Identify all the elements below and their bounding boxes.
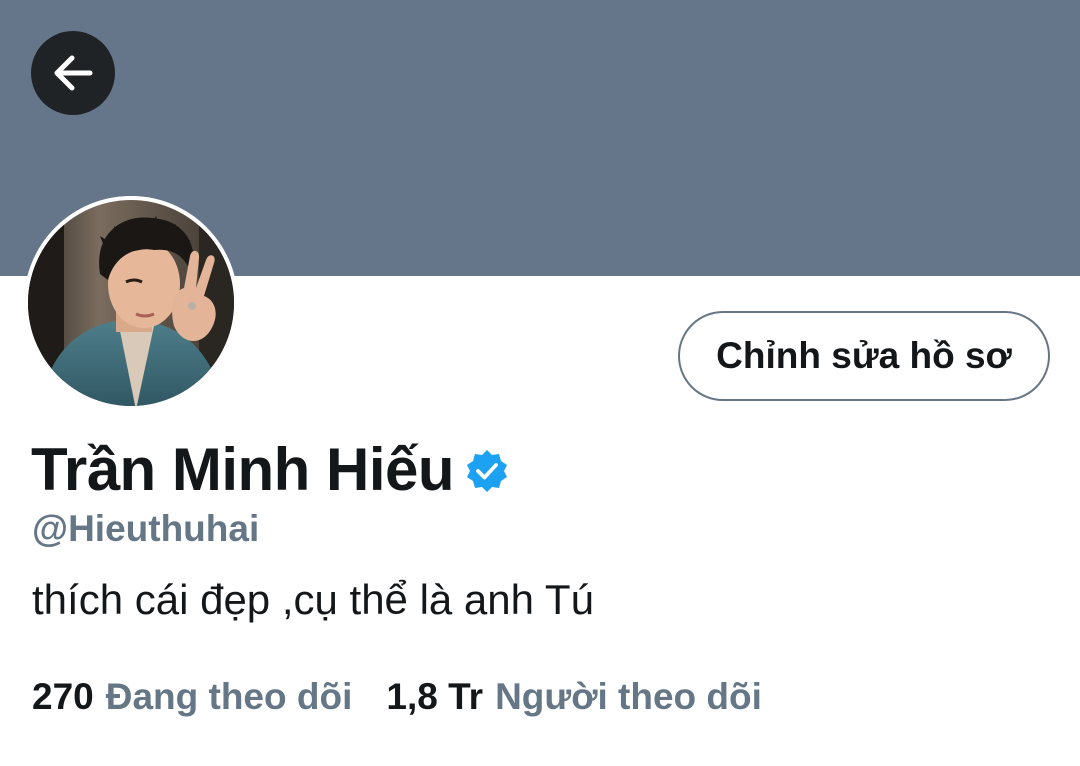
followers-count: 1,8 Tr bbox=[386, 676, 484, 717]
avatar[interactable] bbox=[24, 196, 238, 410]
back-button[interactable] bbox=[31, 31, 115, 115]
name-row: Trần Minh Hiếu bbox=[31, 432, 510, 506]
following-count: 270 bbox=[32, 676, 94, 717]
edit-profile-button[interactable]: Chỉnh sửa hồ sơ bbox=[678, 311, 1050, 401]
followers-stat[interactable]: 1,8 Tr Người theo dõi bbox=[386, 676, 762, 718]
arrow-left-icon bbox=[50, 50, 96, 96]
user-handle: @Hieuthuhai bbox=[32, 508, 260, 549]
following-label: Đang theo dõi bbox=[105, 676, 353, 717]
profile-stats: 270 Đang theo dõi 1,8 Tr Người theo dõi bbox=[32, 672, 762, 722]
profile-bio: thích cái đẹp ,cụ thể là anh Tú bbox=[32, 576, 594, 623]
verified-badge-icon bbox=[467, 450, 508, 492]
display-name: Trần Minh Hiếu bbox=[31, 435, 455, 503]
profile-page: Chỉnh sửa hồ sơ Trần Minh Hiếu @Hieuthuh… bbox=[0, 0, 1080, 766]
profile-photo bbox=[24, 196, 238, 410]
following-stat[interactable]: 270 Đang theo dõi bbox=[32, 676, 352, 718]
followers-label: Người theo dõi bbox=[495, 676, 762, 717]
